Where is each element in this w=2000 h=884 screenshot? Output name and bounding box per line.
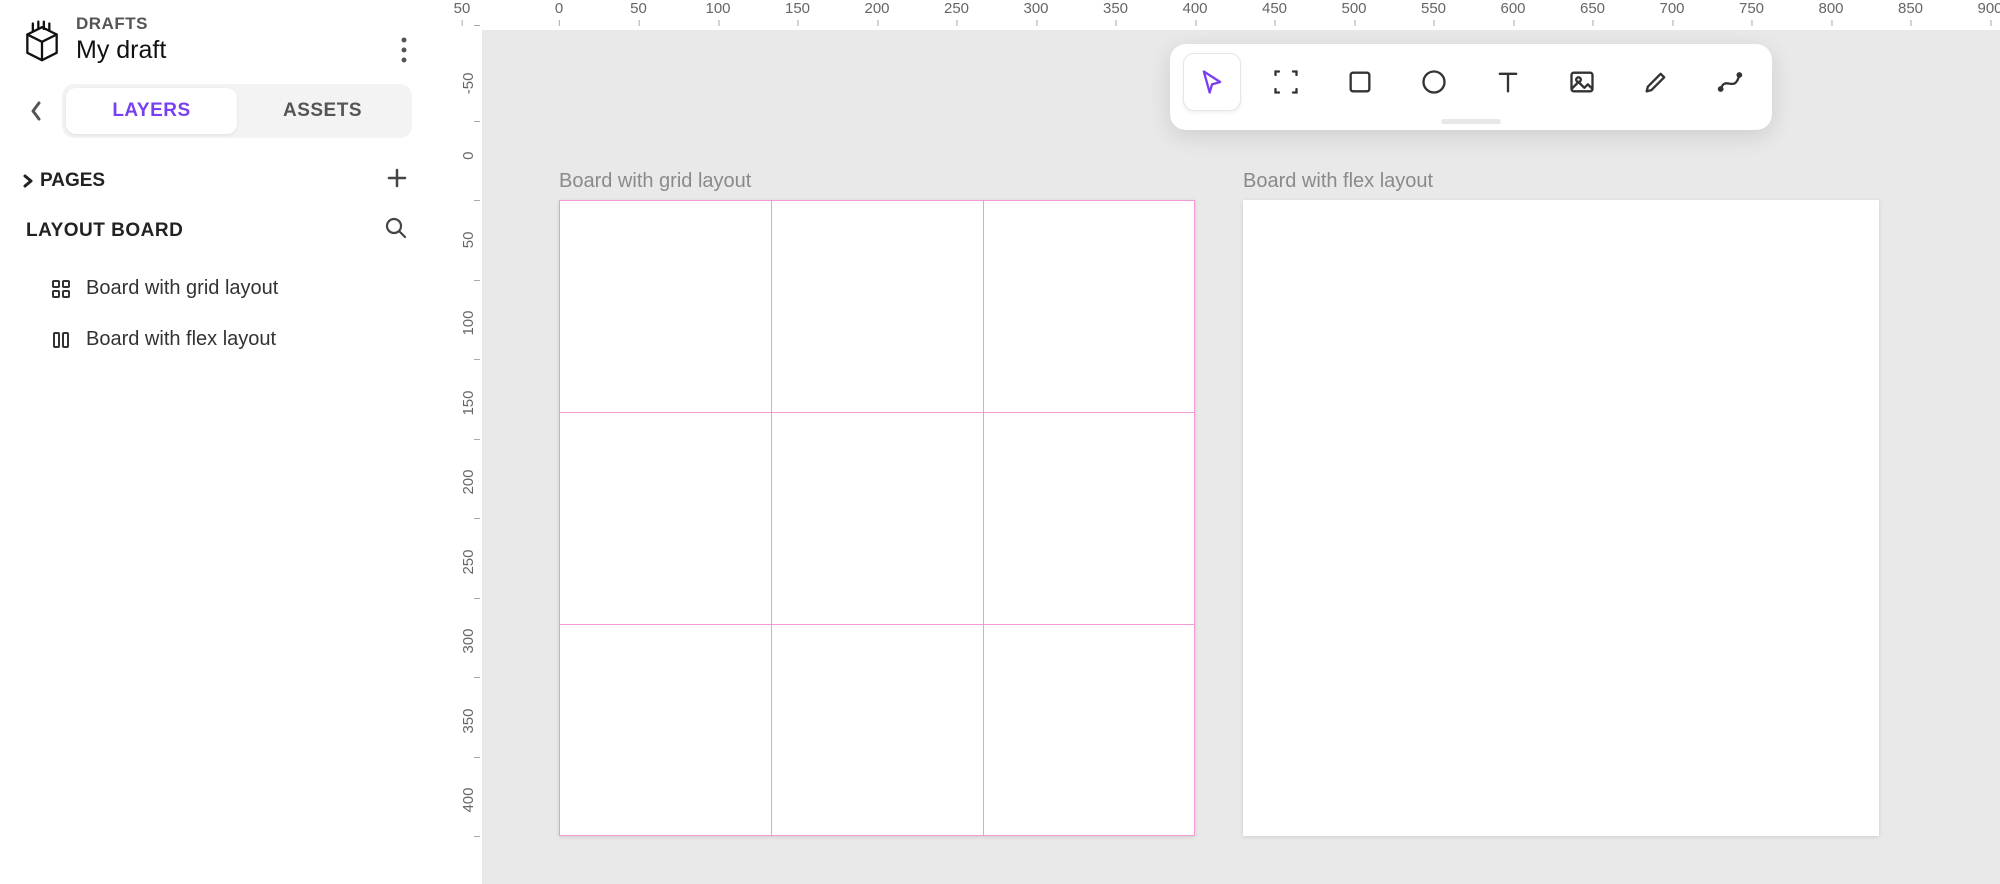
canvas-viewport[interactable]: Board with grid layout Board with flex l… — [482, 30, 2000, 884]
layer-item-flex[interactable]: Board with flex layout — [0, 314, 430, 365]
pages-toggle[interactable]: PAGES — [22, 170, 105, 192]
board-grid[interactable] — [559, 200, 1195, 836]
ruler-horizontal[interactable]: 5005010015020025030035040045050055060065… — [482, 0, 2000, 30]
grid-line-v2 — [983, 200, 984, 836]
ruler-h-tick: 50 — [630, 0, 647, 17]
ruler-h-tick: 500 — [1341, 0, 1366, 17]
ruler-h-tick: 600 — [1500, 0, 1525, 17]
layer-item-grid[interactable]: Board with grid layout — [0, 263, 430, 314]
tool-text[interactable] — [1480, 54, 1536, 110]
ruler-v-tick: -50 — [460, 72, 477, 112]
ruler-v-tick: 400 — [460, 788, 477, 828]
shape-toolbar[interactable] — [1170, 44, 1772, 130]
tab-layers[interactable]: LAYERS — [66, 88, 237, 134]
layer-label: Board with flex layout — [86, 328, 276, 351]
grid-outline — [559, 200, 1195, 836]
ruler-h-tick: 200 — [864, 0, 889, 17]
tool-frame[interactable] — [1258, 54, 1314, 110]
file-menu-button[interactable] — [400, 36, 408, 69]
breadcrumb-section[interactable]: DRAFTS — [76, 14, 166, 34]
ruler-h-tick: 750 — [1739, 0, 1764, 17]
ruler-h-tick: 350 — [1103, 0, 1128, 17]
file-title[interactable]: My draft — [76, 36, 166, 65]
canvas-area: 5005010015020025030035040045050055060065… — [430, 0, 2000, 884]
ruler-v-tick: 350 — [460, 708, 477, 748]
board-flex[interactable] — [1243, 200, 1879, 836]
ruler-v-tick: 0 — [460, 152, 477, 192]
ruler-v-tick: 100 — [460, 311, 477, 351]
ruler-v-tick: 50 — [460, 231, 477, 271]
ruler-v-tick: 250 — [460, 549, 477, 589]
ruler-h-tick: 0 — [555, 0, 563, 17]
add-page-button[interactable] — [386, 167, 408, 194]
layer-label: Board with grid layout — [86, 277, 278, 300]
ruler-v-tick: 50 — [460, 0, 477, 17]
toolbar-drag-handle[interactable] — [1441, 119, 1501, 124]
tool-image[interactable] — [1554, 54, 1610, 110]
pages-label-text: PAGES — [40, 170, 105, 192]
ruler-h-tick: 850 — [1898, 0, 1923, 17]
tab-segment: LAYERS ASSETS — [62, 84, 412, 138]
board-label-grid[interactable]: Board with grid layout — [559, 170, 751, 193]
ruler-h-tick: 700 — [1659, 0, 1684, 17]
sidebar-tabs: LAYERS ASSETS — [0, 77, 430, 149]
ruler-h-tick: 800 — [1818, 0, 1843, 17]
back-button[interactable] — [18, 83, 54, 139]
grid-line-v1 — [771, 200, 772, 836]
tool-pen[interactable] — [1628, 54, 1684, 110]
ruler-h-tick: 550 — [1421, 0, 1446, 17]
ruler-h-tick: 900 — [1977, 0, 2000, 17]
ruler-h-tick: 650 — [1580, 0, 1605, 17]
tool-rectangle[interactable] — [1332, 54, 1388, 110]
ruler-h-tick: 250 — [944, 0, 969, 17]
flex-layout-icon — [50, 329, 72, 351]
page-item[interactable]: LAYOUT BOARD — [0, 204, 430, 263]
search-layers-button[interactable] — [384, 216, 408, 245]
tool-pointer[interactable] — [1184, 54, 1240, 110]
board-label-flex[interactable]: Board with flex layout — [1243, 170, 1433, 193]
tool-ellipse[interactable] — [1406, 54, 1462, 110]
pages-header: PAGES — [0, 149, 430, 204]
ruler-h-tick: 150 — [785, 0, 810, 17]
grid-layout-icon — [50, 278, 72, 300]
sidebar: DRAFTS My draft LAYERS ASSETS PAGES LAYO… — [0, 0, 430, 884]
ruler-v-tick: 150 — [460, 390, 477, 430]
ruler-vertical[interactable]: 50-50050100150200250300350400 — [430, 30, 482, 884]
grid-line-h1 — [559, 412, 1195, 413]
page-name: LAYOUT BOARD — [26, 220, 183, 242]
grid-line-h2 — [559, 624, 1195, 625]
ruler-v-tick: 200 — [460, 470, 477, 510]
tab-assets[interactable]: ASSETS — [237, 88, 408, 134]
ruler-h-tick: 100 — [705, 0, 730, 17]
ruler-v-tick: 300 — [460, 629, 477, 669]
app-logo-icon[interactable] — [18, 16, 66, 64]
tool-curve[interactable] — [1702, 54, 1758, 110]
ruler-h-tick: 400 — [1182, 0, 1207, 17]
sidebar-header: DRAFTS My draft — [0, 6, 430, 77]
ruler-h-tick: 300 — [1023, 0, 1048, 17]
ruler-h-tick: 450 — [1262, 0, 1287, 17]
